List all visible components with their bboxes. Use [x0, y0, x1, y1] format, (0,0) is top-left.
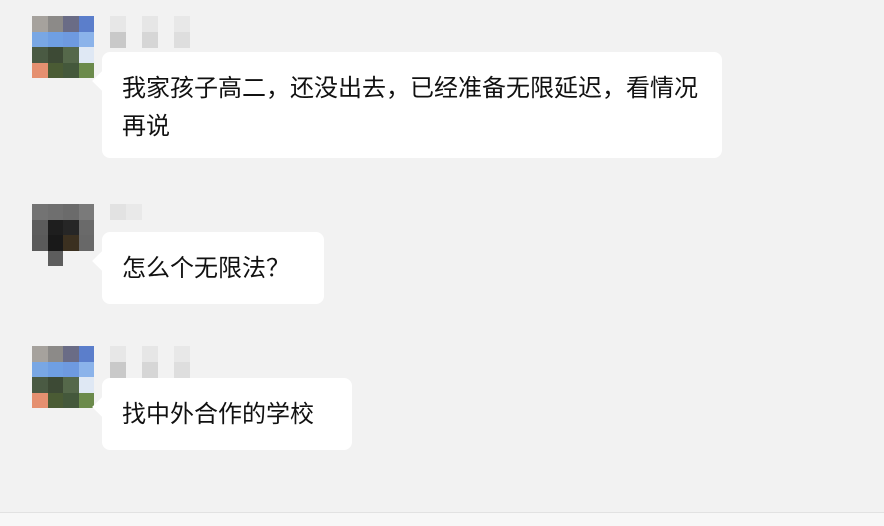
message-2: 怎么个无限法？: [0, 190, 884, 310]
message-text: 找中外合作的学校: [122, 400, 314, 428]
sender-name-blurred-row2: [110, 32, 206, 50]
message-bubble[interactable]: 我家孩子高二，还没出去，已经准备无限延迟，看情况再说: [102, 52, 722, 158]
input-area-edge: [0, 513, 884, 526]
avatar[interactable]: [32, 204, 94, 266]
message-1: 我家孩子高二，还没出去，已经准备无限延迟，看情况再说: [0, 0, 884, 170]
avatar[interactable]: [32, 16, 94, 78]
message-bubble[interactable]: 怎么个无限法？: [102, 232, 324, 304]
sender-name-blurred: [110, 204, 142, 222]
message-text: 我家孩子高二，还没出去，已经准备无限延迟，看情况再说: [122, 74, 698, 140]
message-text: 怎么个无限法？: [122, 254, 290, 282]
message-3: 找中外合作的学校: [0, 330, 884, 460]
avatar[interactable]: [32, 346, 94, 408]
message-bubble[interactable]: 找中外合作的学校: [102, 378, 352, 450]
